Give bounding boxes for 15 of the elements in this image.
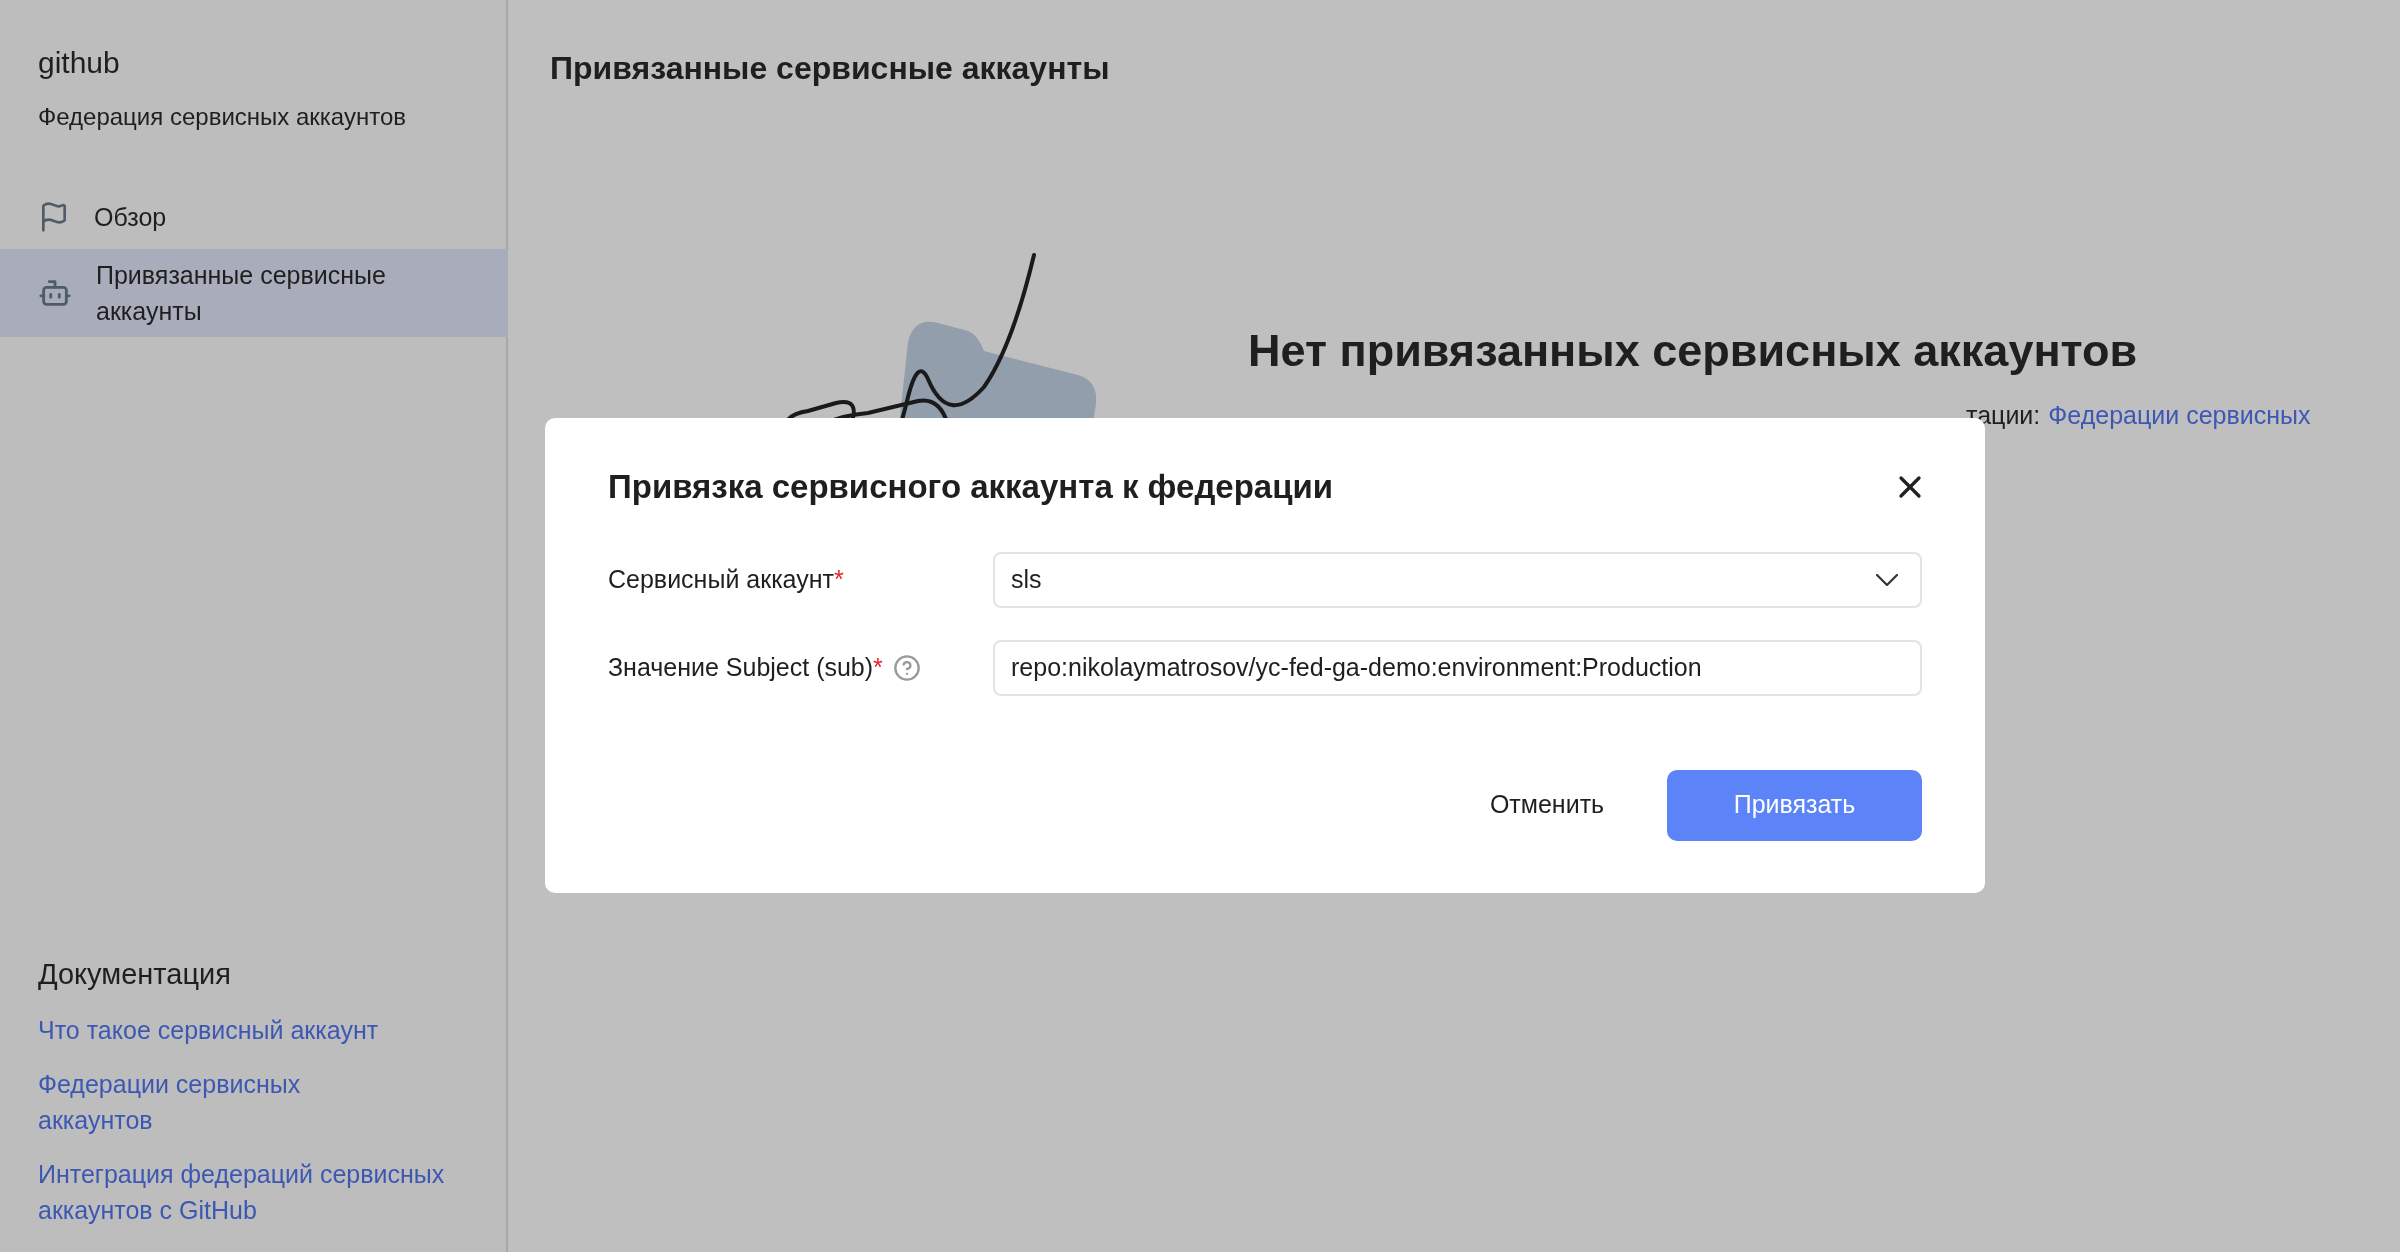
select-field[interactable]: sls xyxy=(993,551,1922,608)
field-label: Значение Subject (sub)* xyxy=(608,651,883,683)
field-label: Сервисный аккаунт* xyxy=(608,563,844,595)
nav-item[interactable]: Привязанные сервисные аккаунты xyxy=(0,249,508,337)
help-icon[interactable] xyxy=(892,653,921,682)
description-link[interactable]: Федерации сервисных xyxy=(2048,396,2311,434)
sidebar-subtitle: Федерация сервисных аккаунтов xyxy=(38,102,407,132)
dialog-title: Привязка сервисного аккаунта к федерации xyxy=(608,467,1334,507)
chevron-down-icon xyxy=(1876,573,1898,586)
page-title: Привязанные сервисные аккаунты xyxy=(550,49,1111,88)
nav-item[interactable]: Обзор xyxy=(0,185,506,249)
input-field[interactable]: repo:nikolaymatrosov/yc-fed-ga-demo:environment:Production xyxy=(993,639,1922,696)
empty-state-heading: Нет привязанных сервисных аккаунтов xyxy=(1248,324,2139,378)
docs-heading: Документация xyxy=(38,956,232,992)
sidebar-title: github xyxy=(38,45,121,81)
